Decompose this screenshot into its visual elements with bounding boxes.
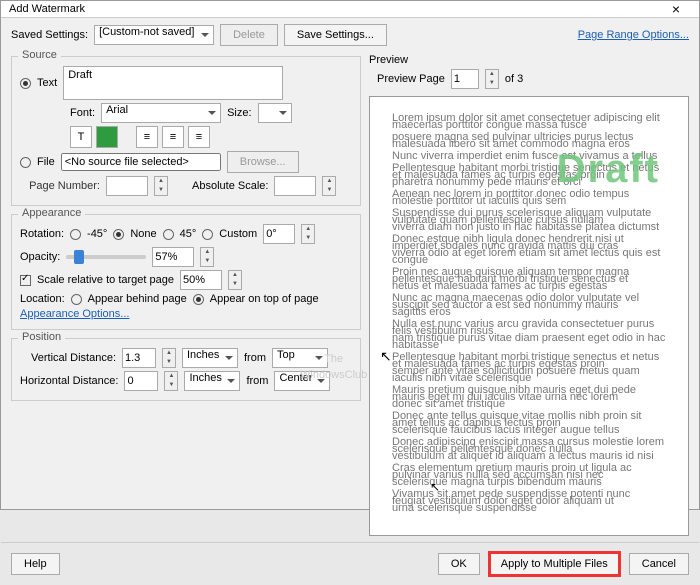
text-radio-label: Text [37,77,57,89]
underline-button[interactable]: T [70,126,92,148]
position-title: Position [18,331,65,343]
vdist-label: Vertical Distance: [20,352,116,364]
titlebar: Add Watermark × [1,1,699,18]
abs-scale-spinner[interactable]: ▲▼ [322,176,336,196]
page-number-spinner[interactable]: ▲▼ [154,176,168,196]
saved-settings-select[interactable]: [Custom-not saved] [94,25,214,45]
rot-custom-value[interactable] [263,224,295,244]
page-number-label: Page Number: [20,180,100,192]
opacity-label: Opacity: [20,251,60,263]
rot-none-radio[interactable] [113,229,124,240]
page-range-link[interactable]: Page Range Options... [578,29,689,41]
watermark-text-input[interactable]: Draft [63,66,283,100]
abs-scale-label: Absolute Scale: [192,180,268,192]
button-row: Help OK Apply to Multiple Files Cancel [1,542,699,585]
preview-title: Preview [369,54,689,66]
rot-custom-spinner[interactable]: ▲▼ [301,224,315,244]
close-icon[interactable]: × [661,1,691,17]
ok-button[interactable]: OK [438,553,480,575]
rot-45-radio[interactable] [163,229,174,240]
hfrom-label: from [246,375,268,387]
size-select[interactable] [258,103,292,123]
ontop-radio[interactable] [193,294,204,305]
apply-multiple-button[interactable]: Apply to Multiple Files [488,551,621,577]
appearance-title: Appearance [18,207,85,219]
source-group: Source Text Draft Font: Arial Size: T ≡ [11,56,361,206]
preview-box: Lorem ipsum dolor sit amet consectetuer … [369,96,689,536]
rot-neg45-radio[interactable] [70,229,81,240]
hdist-input[interactable] [124,371,158,391]
hdist-spinner[interactable]: ▲▼ [164,371,178,391]
help-button[interactable]: Help [11,553,60,575]
abs-scale-input[interactable] [274,176,316,196]
preview-watermark: Draft [557,147,660,192]
scale-relative-label: Scale relative to target page [37,274,174,286]
dialog-title: Add Watermark [9,3,661,15]
align-right-button[interactable]: ≡ [188,126,210,148]
browse-button[interactable]: Browse... [227,151,299,173]
vunit-select[interactable]: Inches [182,348,238,368]
vdist-spinner[interactable]: ▲▼ [162,348,176,368]
appearance-options-link[interactable]: Appearance Options... [20,308,129,320]
rot-custom-radio[interactable] [202,229,213,240]
hdist-label: Horizontal Distance: [20,375,118,387]
file-path-input[interactable] [61,153,221,171]
vfrom-select[interactable]: Top [272,348,328,368]
scale-relative-value[interactable] [180,270,222,290]
hfrom-select[interactable]: Center [274,371,330,391]
preview-page-input[interactable] [451,69,479,89]
text-color-swatch[interactable] [96,126,118,148]
delete-button[interactable]: Delete [220,24,278,46]
cancel-button[interactable]: Cancel [629,553,689,575]
align-center-button[interactable]: ≡ [162,126,184,148]
add-watermark-dialog: Add Watermark × Saved Settings: [Custom-… [0,0,700,510]
position-group: Position Vertical Distance: ▲▼ Inches fr… [11,338,361,401]
vdist-input[interactable] [122,348,156,368]
saved-settings-label: Saved Settings: [11,29,88,41]
align-left-button[interactable]: ≡ [136,126,158,148]
settings-toolbar: Saved Settings: [Custom-not saved] Delet… [1,18,699,52]
file-radio[interactable] [20,157,31,168]
scale-relative-checkbox[interactable] [20,275,31,286]
opacity-value[interactable] [152,247,194,267]
hunit-select[interactable]: Inches [184,371,240,391]
opacity-slider[interactable] [66,255,146,259]
font-label: Font: [70,107,95,119]
page-number-input[interactable] [106,176,148,196]
preview-page-spinner[interactable]: ▲▼ [485,69,499,89]
preview-of-label: of 3 [505,73,523,85]
vfrom-label: from [244,352,266,364]
file-radio-label: File [37,156,55,168]
location-label: Location: [20,293,65,305]
scale-spinner[interactable]: ▲▼ [228,270,242,290]
font-select[interactable]: Arial [101,103,221,123]
save-settings-button[interactable]: Save Settings... [284,24,387,46]
preview-page-label: Preview Page [377,73,445,85]
behind-radio[interactable] [71,294,82,305]
text-radio[interactable] [20,78,31,89]
source-title: Source [18,49,61,61]
appearance-group: Appearance Rotation: -45° None 45° Custo… [11,214,361,330]
opacity-spinner[interactable]: ▲▼ [200,247,214,267]
size-label: Size: [227,107,251,119]
rotation-label: Rotation: [20,228,64,240]
